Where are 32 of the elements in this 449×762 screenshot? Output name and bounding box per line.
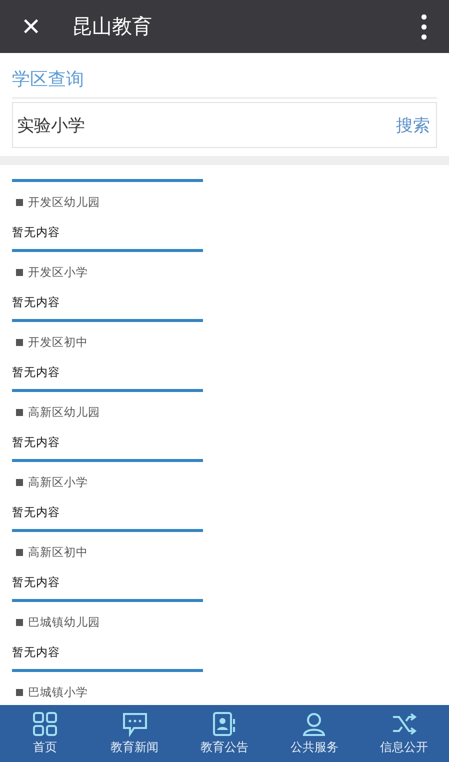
shuffle-icon [391, 711, 418, 737]
section-heading: 高新区幼儿园 [16, 404, 449, 420]
chat-icon [122, 711, 148, 737]
section-heading: 高新区小学 [16, 474, 449, 490]
empty-message: 暂无内容 [12, 224, 61, 240]
tab-item[interactable]: 首页 [0, 705, 90, 762]
section-heading: 巴城镇小学 [16, 684, 449, 700]
empty-message: 暂无内容 [12, 364, 61, 380]
tab-item[interactable]: 公共服务 [269, 705, 360, 762]
section-heading: 开发区初中 [16, 334, 449, 350]
search-button[interactable]: 搜索 [396, 114, 430, 136]
close-button[interactable]: ✕ [18, 12, 44, 40]
section-heading: 开发区小学 [16, 264, 449, 280]
grid-icon [32, 711, 58, 737]
tab-item[interactable]: 信息公开 [359, 705, 449, 762]
search-input[interactable]: 实验小学 [17, 115, 396, 135]
app-title: 昆山教育 [72, 13, 153, 40]
empty-message: 暂无内容 [12, 644, 61, 660]
empty-message: 暂无内容 [12, 504, 61, 520]
contact-book-icon [211, 711, 238, 737]
section-heading: 巴城镇幼儿园 [16, 614, 449, 630]
section-heading: 开发区幼儿园 [16, 194, 449, 210]
page-title: 学区查询 [11, 68, 85, 92]
empty-message: 暂无内容 [12, 434, 61, 450]
empty-message: 暂无内容 [12, 574, 61, 590]
empty-message: 暂无内容 [12, 294, 61, 310]
person-icon [301, 711, 328, 737]
search-field[interactable]: 实验小学 搜索 [12, 102, 437, 148]
tab-item[interactable]: 教育公告 [180, 705, 270, 762]
more-icon[interactable] [421, 14, 427, 40]
section-heading: 高新区初中 [16, 544, 449, 560]
tab-item[interactable]: 教育新闻 [90, 705, 180, 762]
